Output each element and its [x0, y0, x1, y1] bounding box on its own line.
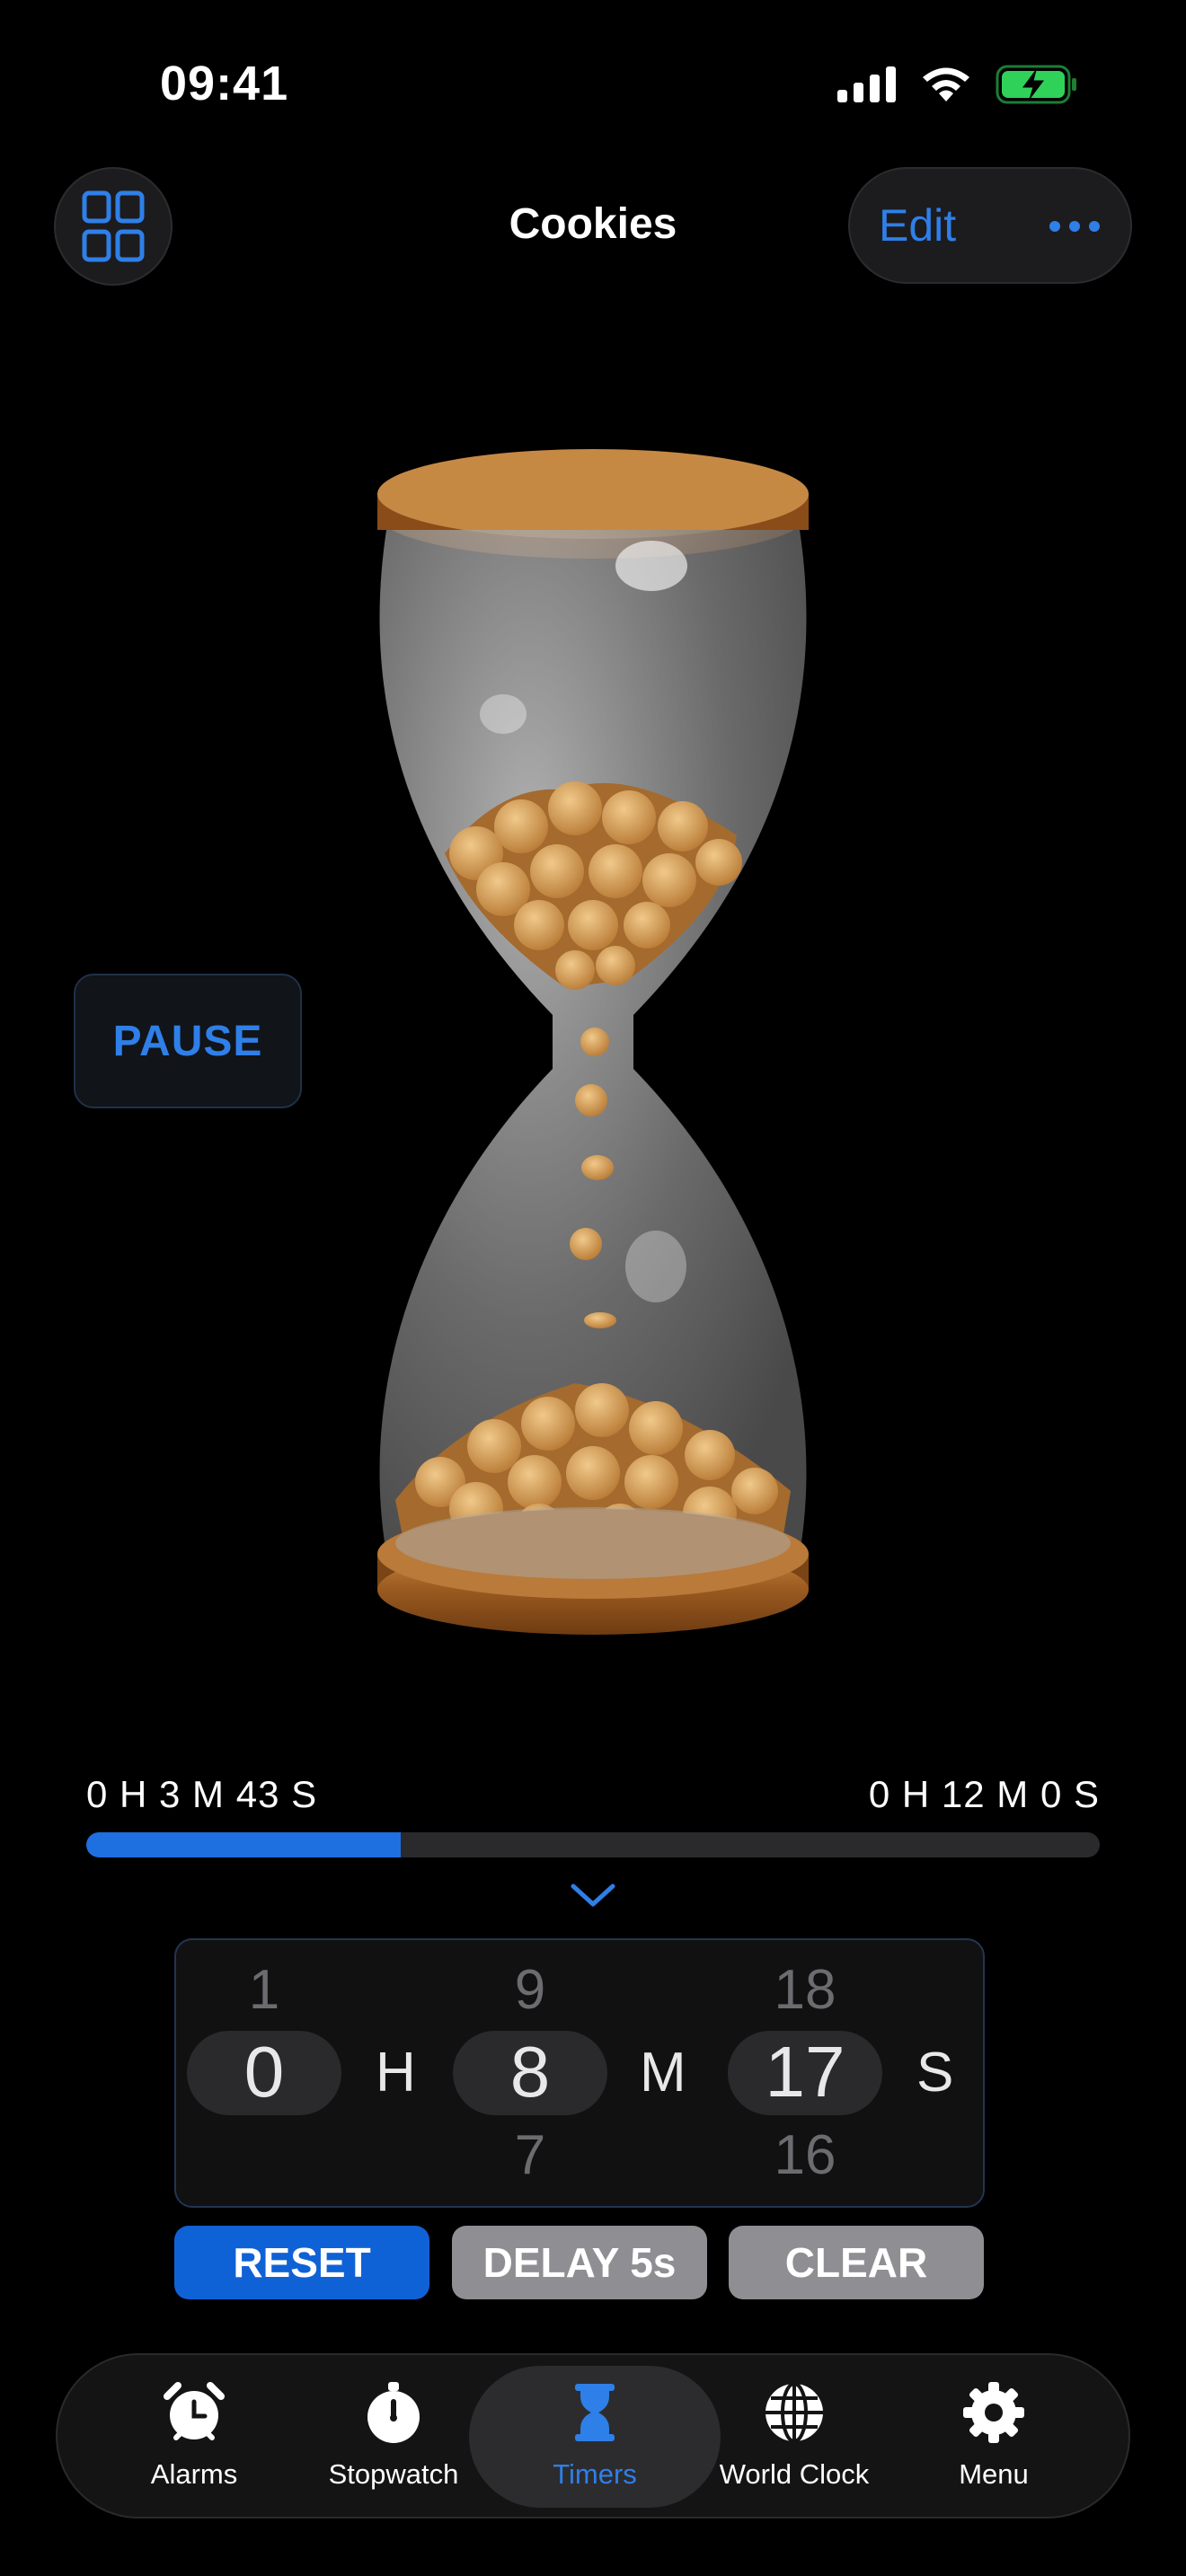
minutes-unit: M [640, 2042, 686, 2104]
time-picker[interactable]: 1 0 H 9 8 7 M 18 17 16 S [174, 1938, 985, 2208]
tab-bar: Alarms Stopwatch Timers World Clock Menu [56, 2353, 1130, 2519]
more-options-icon[interactable] [1049, 221, 1100, 232]
minutes-value[interactable]: 8 [453, 2030, 607, 2114]
delay-button[interactable]: DELAY 5s [452, 2226, 707, 2299]
tab-label: Stopwatch [328, 2458, 459, 2490]
pause-button[interactable]: PAUSE [74, 974, 302, 1108]
wifi-icon [923, 67, 969, 101]
seconds-value[interactable]: 17 [728, 2030, 882, 2114]
seconds-next[interactable]: 16 [728, 2123, 882, 2187]
progress-bar [86, 1832, 1100, 1857]
elapsed-time: 0 H 3 M 43 S [86, 1773, 318, 1815]
globe-icon [766, 2382, 823, 2443]
tab-stopwatch[interactable]: Stopwatch [295, 2380, 492, 2491]
hours-prev[interactable]: 1 [187, 1958, 341, 2022]
edit-more-group: Edit [848, 167, 1132, 284]
reset-button[interactable]: RESET [174, 2226, 429, 2299]
tab-label: Menu [959, 2458, 1029, 2490]
tab-timers[interactable]: Timers [496, 2380, 694, 2491]
minutes-next[interactable]: 7 [453, 2123, 607, 2187]
tab-menu[interactable]: Menu [895, 2380, 1093, 2491]
chevron-down-icon[interactable] [566, 1879, 620, 1911]
status-time: 09:41 [160, 57, 289, 110]
battery-charging-icon [996, 65, 1076, 104]
seconds-unit: S [916, 2042, 954, 2104]
minutes-prev[interactable]: 9 [453, 1958, 607, 2022]
tab-label: World Clock [719, 2458, 870, 2490]
hourglass-icon [575, 2384, 615, 2441]
alarm-clock-icon [164, 2382, 225, 2440]
total-time: 0 H 12 M 0 S [868, 1773, 1100, 1815]
gear-icon [963, 2382, 1024, 2443]
seconds-prev[interactable]: 18 [728, 1958, 882, 2022]
progress-fill [86, 1832, 401, 1857]
edit-button[interactable]: Edit [879, 199, 956, 251]
status-icons [837, 65, 1078, 104]
clear-button[interactable]: CLEAR [729, 2226, 984, 2299]
tab-world-clock[interactable]: World Clock [695, 2380, 893, 2491]
hours-value[interactable]: 0 [187, 2030, 341, 2114]
stopwatch-icon [367, 2382, 420, 2443]
signal-icon [837, 66, 896, 102]
hourglass-illustration [377, 449, 809, 1635]
tab-label: Alarms [150, 2458, 238, 2490]
tab-label: Timers [553, 2458, 637, 2490]
tab-alarms[interactable]: Alarms [95, 2380, 293, 2491]
hours-unit: H [376, 2042, 416, 2104]
